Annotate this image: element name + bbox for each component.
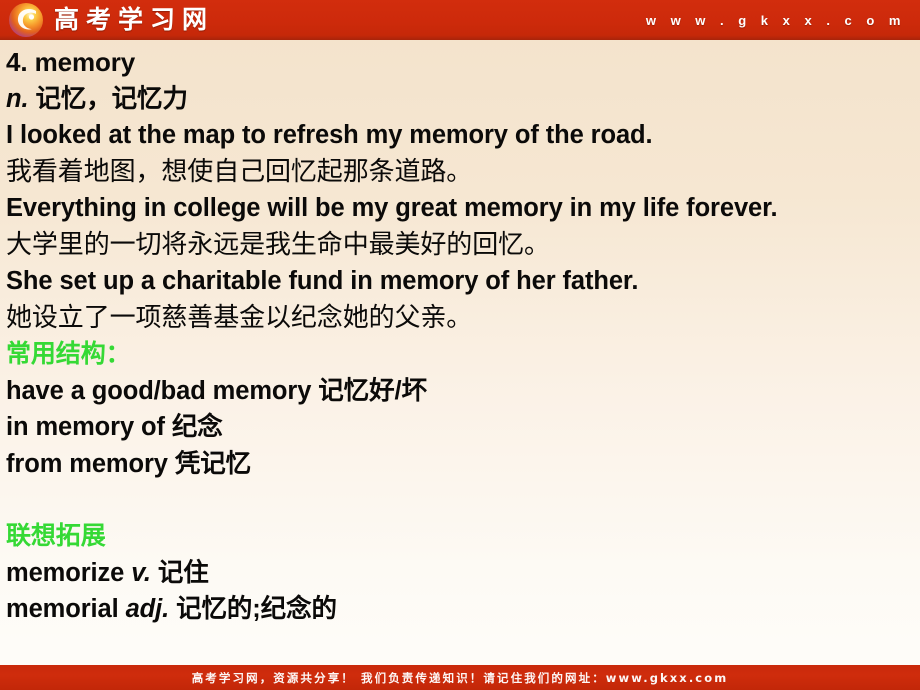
circular-gradient-logo-icon	[8, 2, 44, 38]
structure-item-2: in memory of 纪念	[6, 413, 223, 441]
example-2-english: Everything in college will be my great m…	[6, 194, 778, 222]
example-3-chinese: 她设立了一项慈善基金以纪念她的父亲。	[6, 302, 473, 333]
extension-word-1: memorize	[6, 558, 132, 587]
site-branding: 高考学习网	[8, 2, 214, 38]
extension-gloss-2: 记忆的;纪念的	[169, 595, 337, 623]
extension-word-2: memorial	[6, 595, 126, 623]
example-2-chinese: 大学里的一切将永远是我生命中最美好的回忆。	[6, 229, 550, 260]
pos-marker: n.	[6, 84, 29, 113]
extension-item-1: memorize v. 记住	[6, 555, 914, 592]
site-name: 高考学习网	[54, 5, 215, 34]
extension-gloss-1: 记住	[150, 558, 209, 587]
pos-marker: v.	[131, 558, 151, 587]
extension-item-2: memorial adj. 记忆的;纪念的	[6, 591, 914, 628]
header-url: w w w . g k x x . c o m	[645, 12, 906, 28]
header-bar: 高考学习网 w w w . g k x x . c o m	[0, 0, 920, 40]
structure-item-1: have a good/bad memory 记忆好/坏	[6, 376, 427, 405]
slide: 高考学习网 w w w . g k x x . c o m 4. memory …	[0, 0, 920, 690]
structure-item-3: from memory 凭记忆	[6, 449, 252, 478]
footer-text: 高考学习网，资源共分享！ 我们负责传递知识！请记住我们的网址：www.gkxx.…	[191, 670, 729, 685]
example-1-chinese: 我看着地图，想使自己回忆起那条道路。	[6, 156, 473, 187]
pos-marker: adj.	[125, 595, 170, 623]
example-3-english: She set up a charitable fund in memory o…	[6, 267, 639, 295]
footer-bar: 高考学习网，资源共分享！ 我们负责传递知识！请记住我们的网址：www.gkxx.…	[0, 665, 920, 690]
entry-title: 4. memory	[6, 47, 136, 77]
logo-swoosh-icon	[17, 9, 36, 30]
example-1-english: I looked at the map to refresh my memory…	[6, 121, 653, 149]
slide-content: 4. memory n. 记忆，记忆力 I looked at the map …	[0, 40, 920, 665]
part-of-speech-definition: n. 记忆，记忆力	[6, 81, 914, 118]
common-structures-heading: 常用结构：	[6, 339, 131, 368]
extension-heading: 联想拓展	[6, 521, 106, 550]
definition-text: 记忆，记忆力	[28, 84, 188, 113]
